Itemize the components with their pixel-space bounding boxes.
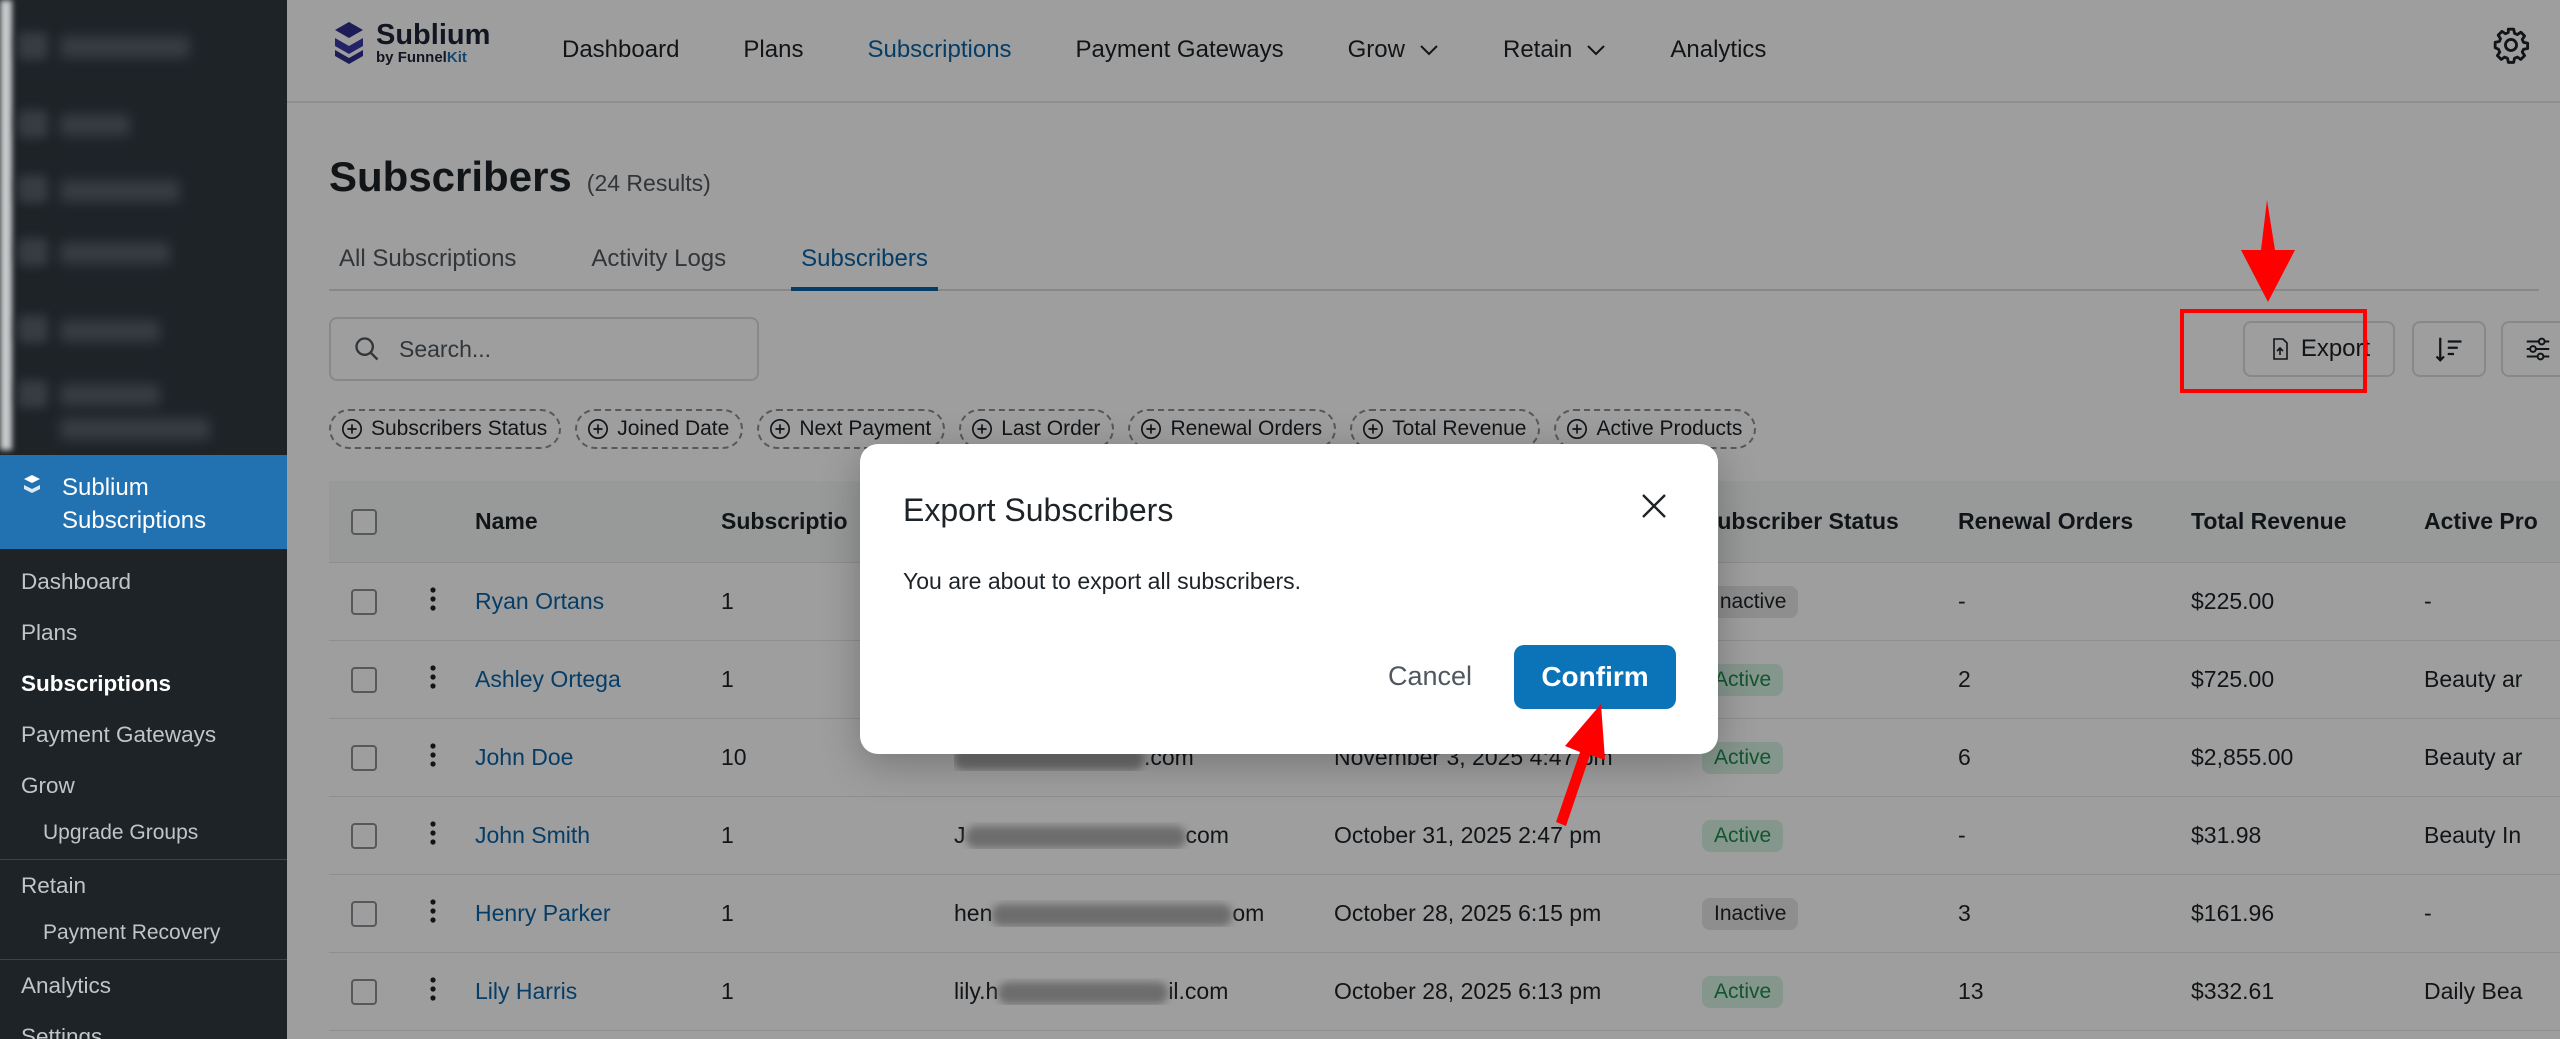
- sidebar-submenu: Dashboard Plans Subscriptions Payment Ga…: [0, 556, 287, 1039]
- sidebar-item-payment-recovery[interactable]: Payment Recovery: [0, 911, 287, 959]
- sidebar-item-retain[interactable]: Retain: [0, 860, 287, 911]
- sidebar-item-dashboard[interactable]: Dashboard: [0, 556, 287, 607]
- cancel-button[interactable]: Cancel: [1360, 645, 1500, 707]
- modal-title: Export Subscribers: [903, 492, 1174, 528]
- blurred-admin-menu: [0, 0, 287, 450]
- sidebar-plugin-sublium[interactable]: Sublium Subscriptions: [0, 455, 287, 549]
- sidebar-item-payment-gateways[interactable]: Payment Gateways: [0, 709, 287, 760]
- sidebar-item-subscriptions[interactable]: Subscriptions: [0, 658, 287, 709]
- export-highlight-box: [2180, 309, 2367, 393]
- close-icon[interactable]: [1638, 490, 1670, 522]
- sidebar-plugin-title: Sublium Subscriptions: [62, 474, 207, 534]
- sidebar-item-grow[interactable]: Grow: [0, 760, 287, 811]
- sidebar-item-analytics[interactable]: Analytics: [0, 960, 287, 1011]
- confirm-button[interactable]: Confirm: [1514, 645, 1676, 709]
- export-modal: Export Subscribers You are about to expo…: [860, 444, 1718, 754]
- wp-admin-sidebar: Sublium Subscriptions Dashboard Plans Su…: [0, 0, 287, 1039]
- sidebar-item-settings[interactable]: Settings: [0, 1011, 287, 1039]
- sublium-logo-icon: [24, 475, 40, 493]
- modal-message: You are about to export all subscribers.: [903, 568, 1302, 594]
- sidebar-item-plans[interactable]: Plans: [0, 607, 287, 658]
- sidebar-item-upgrade-groups[interactable]: Upgrade Groups: [0, 811, 287, 859]
